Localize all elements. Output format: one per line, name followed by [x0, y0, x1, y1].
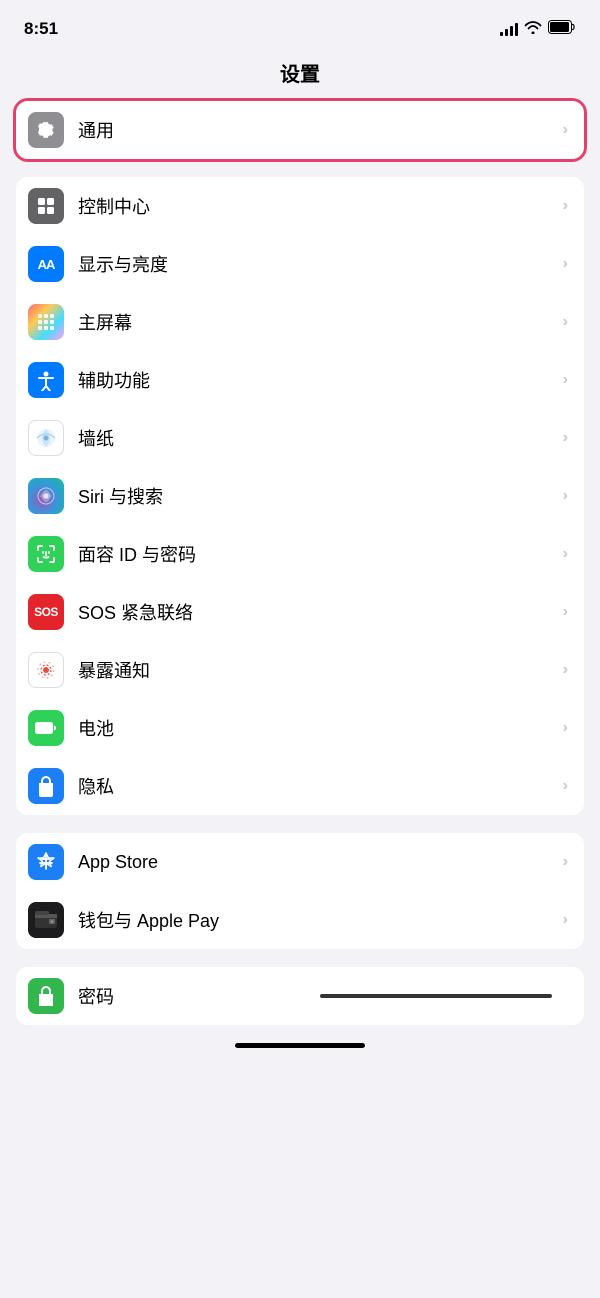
icon-accessibility	[28, 362, 64, 398]
row-accessibility-label: 辅助功能	[78, 367, 557, 393]
section-general: 通用 ›	[16, 101, 584, 159]
battery-icon	[548, 20, 576, 39]
chevron-homescreen: ›	[563, 313, 568, 331]
icon-siri	[28, 478, 64, 514]
home-indicator	[235, 1043, 365, 1048]
row-wallpaper[interactable]: 墙纸 ›	[16, 409, 584, 467]
icon-appstore	[28, 844, 64, 880]
row-exposure[interactable]: 暴露通知 ›	[16, 641, 584, 699]
chevron-display: ›	[563, 255, 568, 273]
row-siri-label: Siri 与搜索	[78, 483, 557, 509]
row-appstore[interactable]: App Store ›	[16, 833, 584, 891]
row-control-center[interactable]: 控制中心 ›	[16, 177, 584, 235]
chevron-control-center: ›	[563, 197, 568, 215]
row-siri[interactable]: Siri 与搜索 ›	[16, 467, 584, 525]
row-accessibility[interactable]: 辅助功能 ›	[16, 351, 584, 409]
chevron-appstore: ›	[563, 853, 568, 871]
row-exposure-label: 暴露通知	[78, 657, 557, 683]
row-password[interactable]: 密码	[16, 967, 584, 1025]
chevron-general: ›	[563, 121, 568, 139]
row-general[interactable]: 通用 ›	[16, 101, 584, 159]
row-battery-label: 电池	[78, 715, 557, 741]
row-wallet-label: 钱包与 Apple Pay	[78, 907, 557, 933]
row-general-label: 通用	[78, 117, 557, 143]
icon-battery	[28, 710, 64, 746]
row-display[interactable]: AA 显示与亮度 ›	[16, 235, 584, 293]
icon-password	[28, 978, 64, 1014]
icon-general	[28, 112, 64, 148]
icon-privacy	[28, 768, 64, 804]
section-apps: App Store › 钱包与 Apple Pay ›	[16, 833, 584, 949]
row-faceid-label: 面容 ID 与密码	[78, 541, 557, 567]
row-control-center-label: 控制中心	[78, 193, 557, 219]
row-privacy[interactable]: 隐私 ›	[16, 757, 584, 815]
row-privacy-label: 隐私	[78, 773, 557, 799]
chevron-wallet: ›	[563, 911, 568, 929]
row-sos[interactable]: SOS SOS 紧急联络 ›	[16, 583, 584, 641]
chevron-siri: ›	[563, 487, 568, 505]
icon-display: AA	[28, 246, 64, 282]
row-sos-label: SOS 紧急联络	[78, 599, 557, 625]
icon-wallpaper	[28, 420, 64, 456]
icon-wallet	[28, 902, 64, 938]
row-display-label: 显示与亮度	[78, 251, 557, 277]
icon-exposure	[28, 652, 64, 688]
icon-faceid	[28, 536, 64, 572]
chevron-faceid: ›	[563, 545, 568, 563]
chevron-sos: ›	[563, 603, 568, 621]
signal-icon	[500, 22, 518, 36]
status-time: 8:51	[24, 19, 58, 39]
status-icons	[500, 20, 576, 39]
row-appstore-label: App Store	[78, 852, 557, 873]
row-homescreen[interactable]: 主屏幕 ›	[16, 293, 584, 351]
icon-homescreen	[28, 304, 64, 340]
row-wallpaper-label: 墙纸	[78, 425, 557, 451]
chevron-exposure: ›	[563, 661, 568, 679]
chevron-wallpaper: ›	[563, 429, 568, 447]
section-main: 控制中心 › AA 显示与亮度 › 主屏幕 ›	[16, 177, 584, 815]
row-wallet[interactable]: 钱包与 Apple Pay ›	[16, 891, 584, 949]
row-homescreen-label: 主屏幕	[78, 309, 557, 335]
row-faceid[interactable]: 面容 ID 与密码 ›	[16, 525, 584, 583]
row-battery[interactable]: 电池 ›	[16, 699, 584, 757]
row-password-label: 密码	[78, 983, 310, 1009]
icon-sos: SOS	[28, 594, 64, 630]
icon-control-center	[28, 188, 64, 224]
chevron-privacy: ›	[563, 777, 568, 795]
chevron-battery: ›	[563, 719, 568, 737]
wifi-icon	[524, 20, 542, 39]
chevron-accessibility: ›	[563, 371, 568, 389]
section-password: 密码	[16, 967, 584, 1025]
page-title: 设置	[0, 50, 600, 101]
status-bar: 8:51	[0, 0, 600, 50]
